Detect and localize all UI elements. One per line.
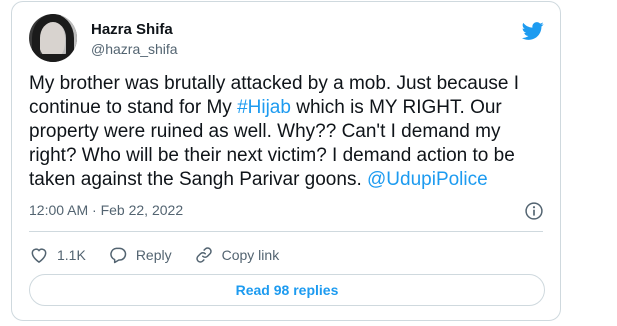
tweet-timestamp[interactable]: 12:00 AM · Feb 22, 2022 xyxy=(29,202,183,218)
twitter-bird-icon[interactable] xyxy=(520,20,546,42)
copy-link-label: Copy link xyxy=(221,247,280,263)
mention-link[interactable]: @UdupiPolice xyxy=(367,169,488,190)
author-display-name[interactable]: Hazra Shifa xyxy=(91,21,178,39)
avatar[interactable] xyxy=(29,14,77,62)
link-icon xyxy=(195,247,212,263)
copy-link-button[interactable]: Copy link xyxy=(194,245,280,265)
tweet-header: Hazra Shifa @hazra_shifa xyxy=(29,14,546,62)
tweet-text: My brother was brutally attacked by a mo… xyxy=(29,72,539,192)
tweet-line: continue to stand for My #Hijab which is… xyxy=(29,97,502,118)
author-names[interactable]: Hazra Shifa @hazra_shifa xyxy=(91,21,178,58)
action-bar: 1.1K Reply Copy link xyxy=(29,242,301,268)
divider xyxy=(29,231,543,232)
author-handle[interactable]: @hazra_shifa xyxy=(91,40,178,58)
tweet-line: property were ruined as well. Why?? Can'… xyxy=(29,121,501,142)
tweet-line: taken against the Sangh Parivar goons. @… xyxy=(29,169,488,190)
reply-label: Reply xyxy=(135,247,172,263)
like-button[interactable]: 1.1K xyxy=(29,245,86,265)
like-count: 1.1K xyxy=(57,247,86,263)
info-icon[interactable] xyxy=(524,201,544,221)
read-replies-button[interactable]: Read 98 replies xyxy=(29,274,545,306)
speech-bubble-icon xyxy=(110,247,127,264)
heart-icon xyxy=(31,248,47,263)
reply-button[interactable]: Reply xyxy=(108,245,172,265)
tweet-card: Hazra Shifa @hazra_shifa My brother was … xyxy=(11,1,561,321)
tweet-line: My brother was brutally attacked by a mo… xyxy=(29,73,520,94)
tweet-line: right? Who will be their next victim? I … xyxy=(29,145,515,166)
hashtag-link[interactable]: #Hijab xyxy=(237,97,291,118)
